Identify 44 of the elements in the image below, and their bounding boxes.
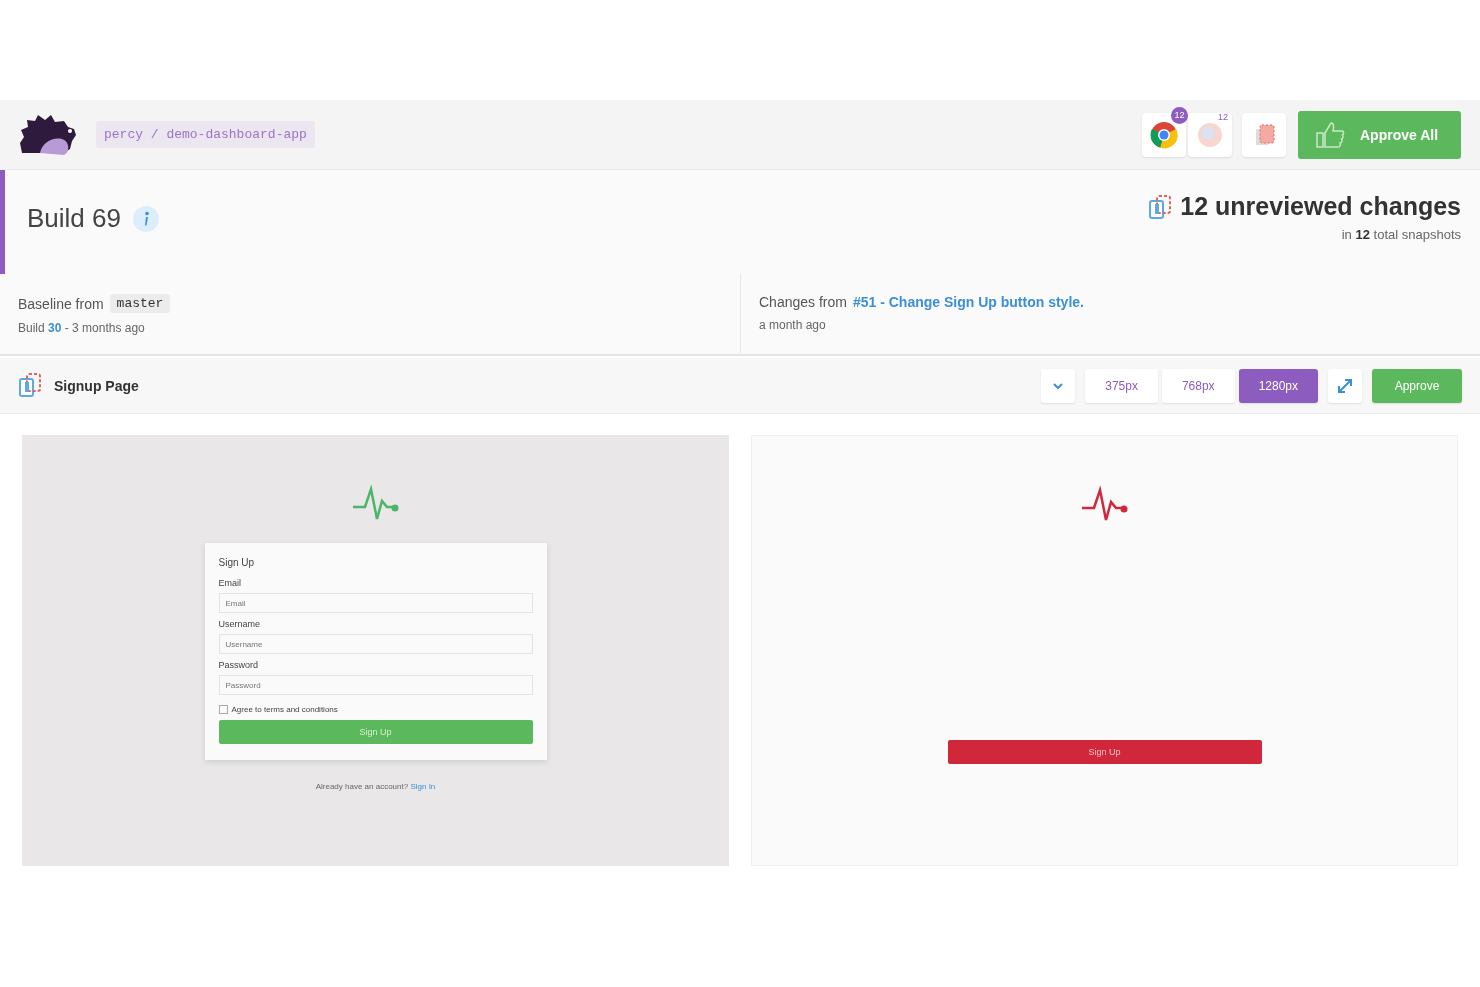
form-title: Sign Up	[218, 557, 256, 568]
snapshot-icon	[18, 372, 44, 399]
field-label: Email	[218, 578, 242, 588]
snapshot-name: Signup Page	[54, 377, 140, 394]
expand-button[interactable]	[1328, 368, 1362, 403]
changes-description: Changes from #51 - Change Sign Up button style.	[759, 294, 1085, 310]
checkbox[interactable]	[218, 705, 228, 714]
approve-all-button[interactable]: Approve All	[1298, 110, 1461, 159]
repo-path[interactable]: percy / demo-dashboard-app	[96, 121, 315, 148]
count-label: 12	[1218, 111, 1228, 122]
pull-request-link[interactable]: #51 - Change Sign Up button style.	[852, 294, 1084, 310]
width-tab[interactable]: 1280px	[1238, 368, 1318, 403]
hedgehog-icon[interactable]	[18, 112, 78, 157]
field-label: Password	[218, 660, 259, 670]
diff-toggle-button[interactable]	[1242, 112, 1286, 157]
field-label: Username	[218, 619, 261, 629]
baseline-label: Baseline from	[18, 295, 104, 312]
checkbox-label: Agree to terms and conditions	[231, 705, 338, 714]
snapshots-icon	[1148, 194, 1173, 219]
input-field[interactable]: Email	[218, 593, 533, 613]
build-link[interactable]: 30	[48, 321, 62, 335]
input-field[interactable]: Password	[218, 675, 533, 695]
approve-button[interactable]: Approve	[1372, 368, 1462, 403]
branch-name: master	[109, 294, 171, 313]
build-title: Build 69	[27, 203, 121, 234]
input-field[interactable]: Username	[218, 634, 533, 654]
globe-icon	[1196, 120, 1224, 149]
snapshots-summary: in 12 total snapshots	[1340, 227, 1461, 242]
sign-up-button[interactable]: Sign Up	[218, 720, 533, 744]
sign-in-prompt: Already have an account? Sign In	[315, 782, 436, 791]
width-tab[interactable]: 768px	[1161, 368, 1235, 403]
chrome-icon	[1150, 120, 1178, 149]
count-badge: 12	[1171, 106, 1188, 124]
dropdown-button[interactable]	[1041, 368, 1076, 403]
width-tab[interactable]: 375px	[1085, 368, 1158, 403]
chevron-down-icon	[1052, 380, 1065, 391]
sign-up-button[interactable]: Sign Up	[947, 740, 1262, 764]
changes-age: a month ago	[759, 318, 827, 332]
browser-button[interactable]	[1142, 112, 1186, 157]
info-icon[interactable]	[132, 205, 159, 232]
changes-count: 12 unreviewed changes	[1180, 192, 1461, 221]
sign-in-link[interactable]: Sign In	[410, 782, 436, 791]
baseline-build-info: Build 30 - 3 months ago	[18, 321, 146, 335]
expand-icon	[1336, 376, 1354, 395]
